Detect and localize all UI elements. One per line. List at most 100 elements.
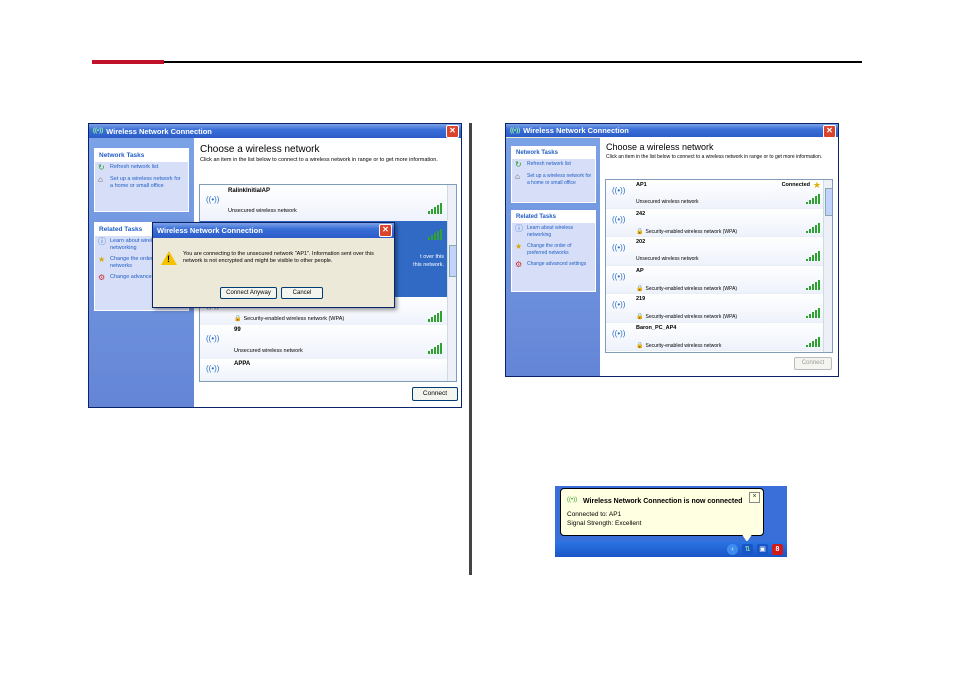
task-setup-wireless[interactable]: ⌂ Set up a wireless network for a home or…	[95, 174, 188, 192]
task-learn-wireless[interactable]: ⓘ Learn about wireless networking	[512, 223, 595, 241]
scrollbar-thumb[interactable]	[449, 245, 456, 277]
signal-bars-icon	[428, 229, 442, 240]
connected-label: Connected	[781, 182, 810, 188]
signal-bars-icon	[428, 311, 442, 322]
connect-button[interactable]: Connect	[794, 357, 832, 370]
balloon-close-button[interactable]: ×	[749, 492, 760, 503]
network-status: Unsecured wireless network	[228, 208, 297, 214]
task-refresh-network-list[interactable]: ↻ Refresh network list	[95, 162, 188, 174]
network-tasks-box: Network Tasks ↻ Refresh network list ⌂ Set…	[94, 148, 189, 212]
antenna-icon: ((•))	[612, 186, 626, 195]
learn-icon: ⓘ	[98, 237, 106, 246]
connected-balloon[interactable]: ((•)) Wireless Network Connection is now…	[560, 488, 764, 536]
dialog-message: You are connecting to the unsecured netw…	[183, 251, 374, 264]
related-tasks-box: Related Tasks ⓘ Learn about wireless netw…	[511, 210, 596, 292]
network-tasks-header: Network Tasks	[512, 147, 595, 159]
warning-mark: !	[167, 254, 170, 264]
setup-icon: ⌂	[98, 175, 103, 184]
network-item[interactable]: ((•)) AP 🔒 Security-enabled wireless networ…	[606, 265, 824, 294]
app-tray-icon[interactable]: 8	[772, 544, 783, 555]
lock-icon: 🔒	[636, 314, 644, 320]
balloon-title: Wireless Network Connection is now conne…	[583, 498, 743, 505]
list-scrollbar[interactable]	[823, 180, 832, 352]
title-bar[interactable]: ((•)) Wireless Network Connection ✕	[506, 124, 838, 138]
network-ssid: 242	[636, 210, 646, 217]
wireless-tray-icon[interactable]: ⇅	[742, 544, 753, 555]
dialog-title: Wireless Network Connection	[157, 226, 263, 235]
network-item[interactable]: ((•)) 99 Unsecured wireless network	[200, 325, 448, 360]
task-change-order[interactable]: ★ Change the order of preferred networks	[512, 241, 595, 259]
close-button[interactable]: ✕	[446, 125, 459, 138]
star-icon: ★	[515, 242, 523, 251]
lock-icon: 🔒	[636, 285, 644, 292]
window-title: Wireless Network Connection	[106, 126, 212, 136]
task-advanced-settings[interactable]: ⚙ Change advanced settings	[512, 259, 595, 271]
network-item[interactable]: ((•)) 202 Unsecured wireless network	[606, 237, 824, 266]
related-tasks-header: Related Tasks	[512, 211, 595, 223]
signal-bars-icon	[428, 203, 442, 214]
signal-bars-icon	[806, 336, 820, 347]
list-scrollbar[interactable]	[447, 185, 456, 381]
antenna-icon: ((•))	[612, 300, 626, 309]
signal-bars-icon	[806, 279, 820, 290]
network-list[interactable]: ((•)) AP1 Unsecured wireless network Connec…	[605, 179, 833, 353]
network-item[interactable]: ((•)) 242 🔒 Security-enabled wireless netwo…	[606, 208, 824, 237]
wireless-icon: ((•))	[510, 127, 521, 134]
network-item[interactable]: ((•)) AP1 Unsecured wireless network Connec…	[606, 180, 824, 209]
lock-icon: 🔒	[636, 342, 644, 349]
page-title: Choose a wireless network	[200, 144, 320, 155]
antenna-icon: ((•))	[612, 328, 626, 338]
setup-icon: ⌂	[515, 172, 520, 181]
network-tray-icon[interactable]: ▣	[757, 544, 768, 555]
connect-button[interactable]: Connect	[412, 387, 458, 401]
signal-bars-icon	[428, 343, 442, 354]
main-pane: Choose a wireless network Click an item …	[600, 137, 838, 376]
star-icon: ★	[98, 255, 106, 264]
antenna-icon: ((•))	[206, 334, 220, 343]
network-item[interactable]: ((•)) Baron_PC_AP4 🔒 Security-enabled wirel…	[606, 322, 824, 351]
network-status: 🔒 Security-enabled wireless network (WPA)	[234, 316, 345, 322]
learn-icon: ⓘ	[515, 224, 523, 233]
signal-bars-icon	[806, 251, 820, 261]
network-item[interactable]: ((•)) APPA	[200, 359, 448, 381]
page-title: Choose a wireless network	[606, 142, 714, 152]
network-ssid: Baron_PC_AP4	[636, 324, 677, 331]
network-ssid: AP	[636, 267, 644, 274]
scrollbar-thumb[interactable]	[825, 188, 832, 216]
balloon-connected-to: Connected to: AP1	[567, 511, 622, 518]
network-tasks-box: Network Tasks ↻ Refresh network list ⌂ Set…	[511, 146, 596, 203]
network-item[interactable]: ((•)) 219 🔒 Security-enabled wireless netwo…	[606, 294, 824, 323]
signal-bars-icon	[806, 194, 820, 204]
dialog-title-bar[interactable]: Wireless Network Connection ✕	[153, 223, 394, 238]
taskbar: ‹ ⇅ ▣ 8	[555, 541, 787, 557]
side-pane: Network Tasks ↻ Refresh network list ⌂ Set…	[506, 138, 600, 376]
notification-area: ((•)) Wireless Network Connection is now…	[555, 486, 787, 557]
network-status: Unsecured wireless network	[636, 199, 699, 205]
window-title: Wireless Network Connection	[523, 126, 629, 135]
network-ssid: AP1	[636, 182, 647, 188]
task-setup-wireless[interactable]: ⌂ Set up a wireless network for a home or…	[512, 171, 595, 189]
refresh-icon: ↻	[515, 160, 522, 169]
wireless-icon: ((•))	[93, 128, 104, 134]
settings-icon: ⚙	[515, 260, 523, 269]
balloon-signal-strength: Signal Strength: Excellent	[567, 520, 642, 527]
antenna-icon: ((•))	[612, 271, 626, 281]
title-bar[interactable]: ((•)) Wireless Network Connection ✕	[89, 124, 461, 138]
network-ssid: 202	[636, 239, 646, 245]
wireless-window-right: ((•)) Wireless Network Connection ✕ Netw…	[505, 123, 839, 377]
connect-anyway-button[interactable]: Connect Anyway	[220, 287, 277, 299]
network-status: 🔒 Security-enabled wireless network (WPA)	[636, 314, 738, 320]
dialog-close-button[interactable]: ✕	[379, 224, 392, 237]
network-tasks-header: Network Tasks	[95, 149, 188, 162]
refresh-icon: ↻	[98, 163, 105, 172]
cancel-button[interactable]: Cancel	[281, 287, 323, 299]
intro-text: Click an item in the list below to conne…	[200, 157, 438, 163]
chevron-left-icon[interactable]: ‹	[727, 544, 738, 555]
intro-text: Click an item in the list below to conne…	[606, 154, 823, 160]
network-ssid: APPA	[234, 361, 251, 367]
network-item[interactable]: ((•)) RalinkInitialAP Unsecured wireless…	[200, 185, 456, 222]
network-status: Unsecured wireless network	[234, 348, 303, 354]
lock-icon: 🔒	[234, 316, 242, 322]
antenna-icon: ((•))	[206, 364, 220, 373]
task-refresh-network-list[interactable]: ↻ Refresh network list	[512, 159, 595, 171]
